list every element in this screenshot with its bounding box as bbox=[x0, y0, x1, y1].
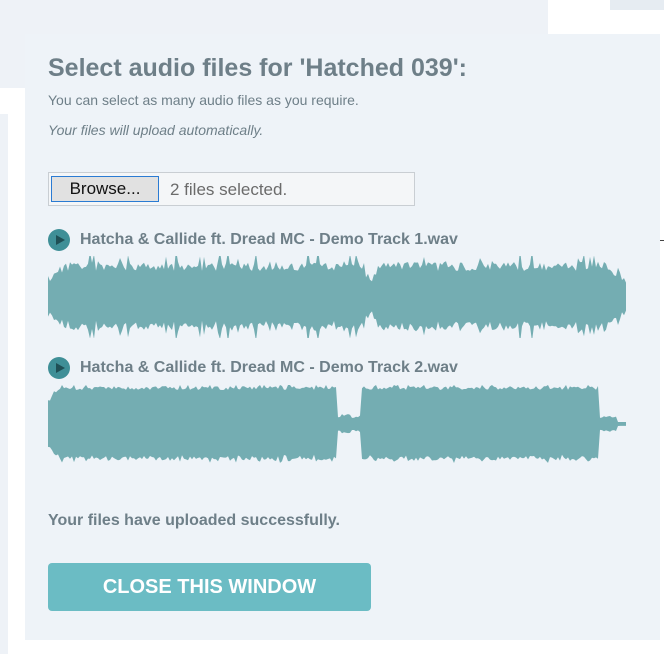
track-name: Hatcha & Callide ft. Dread MC - Demo Tra… bbox=[80, 231, 458, 248]
background-panel-right bbox=[610, 0, 664, 10]
play-icon[interactable] bbox=[48, 357, 70, 379]
upload-note: Your files will upload automatically. bbox=[48, 122, 264, 138]
background-panel-left bbox=[0, 114, 8, 654]
track-waveform[interactable] bbox=[48, 384, 626, 464]
dialog-subtitle: You can select as many audio files as yo… bbox=[48, 92, 359, 108]
play-icon[interactable] bbox=[48, 229, 70, 251]
track-item: Hatcha & Callide ft. Dread MC - Demo Tra… bbox=[48, 228, 458, 252]
track-item: Hatcha & Callide ft. Dread MC - Demo Tra… bbox=[48, 356, 458, 380]
dialog-title: Select audio files for 'Hatched 039': bbox=[48, 54, 467, 82]
close-window-button[interactable]: CLOSE THIS WINDOW bbox=[48, 563, 371, 611]
upload-dialog: Select audio files for 'Hatched 039': Yo… bbox=[25, 34, 660, 640]
file-selection-status: 2 files selected. bbox=[170, 180, 288, 199]
browse-button[interactable]: Browse... bbox=[51, 176, 159, 202]
track-waveform[interactable] bbox=[48, 256, 626, 338]
file-input[interactable]: Browse... 2 files selected. bbox=[48, 172, 415, 206]
upload-success-message: Your files have uploaded successfully. bbox=[48, 512, 340, 529]
track-name: Hatcha & Callide ft. Dread MC - Demo Tra… bbox=[80, 359, 458, 376]
background-divider bbox=[660, 240, 664, 241]
